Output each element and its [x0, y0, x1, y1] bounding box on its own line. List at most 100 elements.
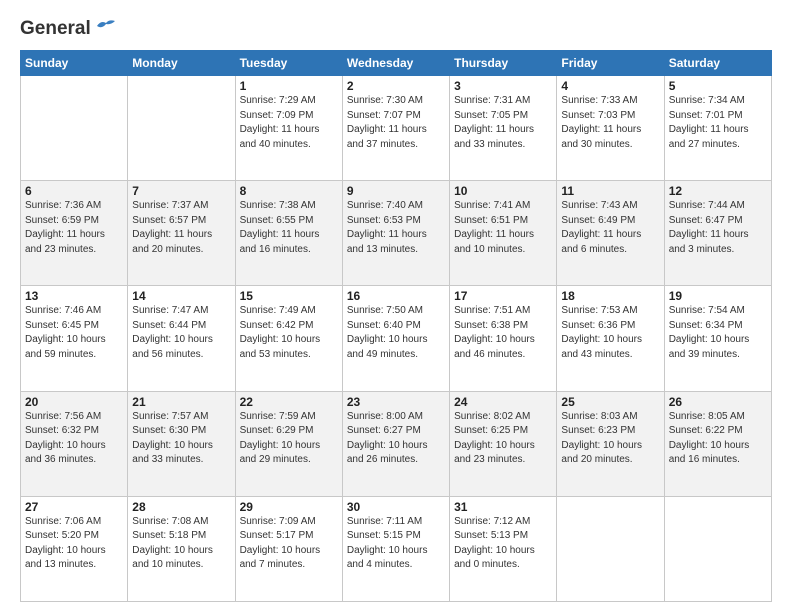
- calendar-cell: 3Sunrise: 7:31 AM Sunset: 7:05 PM Daylig…: [450, 76, 557, 181]
- weekday-header-saturday: Saturday: [664, 51, 771, 76]
- week-row-4: 20Sunrise: 7:56 AM Sunset: 6:32 PM Dayli…: [21, 391, 772, 496]
- week-row-3: 13Sunrise: 7:46 AM Sunset: 6:45 PM Dayli…: [21, 286, 772, 391]
- calendar-cell: 9Sunrise: 7:40 AM Sunset: 6:53 PM Daylig…: [342, 181, 449, 286]
- day-detail: Sunrise: 7:11 AM Sunset: 5:15 PM Dayligh…: [347, 515, 445, 573]
- day-number: 14: [132, 289, 230, 303]
- calendar-cell: 7Sunrise: 7:37 AM Sunset: 6:57 PM Daylig…: [128, 181, 235, 286]
- calendar-table: SundayMondayTuesdayWednesdayThursdayFrid…: [20, 50, 772, 602]
- day-number: 3: [454, 79, 552, 93]
- calendar-cell: [21, 76, 128, 181]
- weekday-header-monday: Monday: [128, 51, 235, 76]
- day-number: 24: [454, 395, 552, 409]
- day-number: 28: [132, 500, 230, 514]
- day-number: 11: [561, 184, 659, 198]
- day-number: 29: [240, 500, 338, 514]
- day-detail: Sunrise: 8:05 AM Sunset: 6:22 PM Dayligh…: [669, 410, 767, 468]
- day-detail: Sunrise: 8:03 AM Sunset: 6:23 PM Dayligh…: [561, 410, 659, 468]
- calendar-cell: 11Sunrise: 7:43 AM Sunset: 6:49 PM Dayli…: [557, 181, 664, 286]
- day-detail: Sunrise: 7:51 AM Sunset: 6:38 PM Dayligh…: [454, 304, 552, 362]
- day-detail: Sunrise: 8:00 AM Sunset: 6:27 PM Dayligh…: [347, 410, 445, 468]
- calendar-cell: 5Sunrise: 7:34 AM Sunset: 7:01 PM Daylig…: [664, 76, 771, 181]
- day-detail: Sunrise: 7:43 AM Sunset: 6:49 PM Dayligh…: [561, 199, 659, 257]
- day-detail: Sunrise: 7:38 AM Sunset: 6:55 PM Dayligh…: [240, 199, 338, 257]
- calendar-cell: 25Sunrise: 8:03 AM Sunset: 6:23 PM Dayli…: [557, 391, 664, 496]
- calendar-cell: 10Sunrise: 7:41 AM Sunset: 6:51 PM Dayli…: [450, 181, 557, 286]
- day-detail: Sunrise: 7:08 AM Sunset: 5:18 PM Dayligh…: [132, 515, 230, 573]
- day-detail: Sunrise: 7:40 AM Sunset: 6:53 PM Dayligh…: [347, 199, 445, 257]
- day-detail: Sunrise: 7:29 AM Sunset: 7:09 PM Dayligh…: [240, 94, 338, 152]
- day-number: 9: [347, 184, 445, 198]
- weekday-header-friday: Friday: [557, 51, 664, 76]
- calendar-cell: 2Sunrise: 7:30 AM Sunset: 7:07 PM Daylig…: [342, 76, 449, 181]
- day-number: 23: [347, 395, 445, 409]
- day-detail: Sunrise: 7:46 AM Sunset: 6:45 PM Dayligh…: [25, 304, 123, 362]
- calendar-cell: 14Sunrise: 7:47 AM Sunset: 6:44 PM Dayli…: [128, 286, 235, 391]
- weekday-header-thursday: Thursday: [450, 51, 557, 76]
- calendar-cell: 4Sunrise: 7:33 AM Sunset: 7:03 PM Daylig…: [557, 76, 664, 181]
- day-detail: Sunrise: 7:36 AM Sunset: 6:59 PM Dayligh…: [25, 199, 123, 257]
- day-number: 21: [132, 395, 230, 409]
- calendar-cell: 24Sunrise: 8:02 AM Sunset: 6:25 PM Dayli…: [450, 391, 557, 496]
- calendar-cell: 21Sunrise: 7:57 AM Sunset: 6:30 PM Dayli…: [128, 391, 235, 496]
- calendar-cell: 12Sunrise: 7:44 AM Sunset: 6:47 PM Dayli…: [664, 181, 771, 286]
- day-number: 22: [240, 395, 338, 409]
- day-detail: Sunrise: 8:02 AM Sunset: 6:25 PM Dayligh…: [454, 410, 552, 468]
- day-detail: Sunrise: 7:31 AM Sunset: 7:05 PM Dayligh…: [454, 94, 552, 152]
- calendar-cell: 23Sunrise: 8:00 AM Sunset: 6:27 PM Dayli…: [342, 391, 449, 496]
- calendar-cell: 16Sunrise: 7:50 AM Sunset: 6:40 PM Dayli…: [342, 286, 449, 391]
- day-number: 10: [454, 184, 552, 198]
- day-detail: Sunrise: 7:12 AM Sunset: 5:13 PM Dayligh…: [454, 515, 552, 573]
- day-detail: Sunrise: 7:57 AM Sunset: 6:30 PM Dayligh…: [132, 410, 230, 468]
- day-number: 25: [561, 395, 659, 409]
- day-detail: Sunrise: 7:56 AM Sunset: 6:32 PM Dayligh…: [25, 410, 123, 468]
- header: General: [20, 18, 772, 40]
- calendar-cell: [557, 496, 664, 601]
- day-detail: Sunrise: 7:37 AM Sunset: 6:57 PM Dayligh…: [132, 199, 230, 257]
- day-number: 12: [669, 184, 767, 198]
- day-detail: Sunrise: 7:33 AM Sunset: 7:03 PM Dayligh…: [561, 94, 659, 152]
- calendar-cell: 13Sunrise: 7:46 AM Sunset: 6:45 PM Dayli…: [21, 286, 128, 391]
- calendar-cell: 30Sunrise: 7:11 AM Sunset: 5:15 PM Dayli…: [342, 496, 449, 601]
- calendar-cell: 19Sunrise: 7:54 AM Sunset: 6:34 PM Dayli…: [664, 286, 771, 391]
- calendar-cell: 28Sunrise: 7:08 AM Sunset: 5:18 PM Dayli…: [128, 496, 235, 601]
- day-detail: Sunrise: 7:53 AM Sunset: 6:36 PM Dayligh…: [561, 304, 659, 362]
- day-number: 17: [454, 289, 552, 303]
- calendar-cell: 26Sunrise: 8:05 AM Sunset: 6:22 PM Dayli…: [664, 391, 771, 496]
- day-detail: Sunrise: 7:41 AM Sunset: 6:51 PM Dayligh…: [454, 199, 552, 257]
- week-row-1: 1Sunrise: 7:29 AM Sunset: 7:09 PM Daylig…: [21, 76, 772, 181]
- calendar-cell: 18Sunrise: 7:53 AM Sunset: 6:36 PM Dayli…: [557, 286, 664, 391]
- calendar-cell: 27Sunrise: 7:06 AM Sunset: 5:20 PM Dayli…: [21, 496, 128, 601]
- day-detail: Sunrise: 7:09 AM Sunset: 5:17 PM Dayligh…: [240, 515, 338, 573]
- day-number: 16: [347, 289, 445, 303]
- day-detail: Sunrise: 7:30 AM Sunset: 7:07 PM Dayligh…: [347, 94, 445, 152]
- logo-general-text: General: [20, 18, 91, 40]
- calendar-cell: 31Sunrise: 7:12 AM Sunset: 5:13 PM Dayli…: [450, 496, 557, 601]
- weekday-header-sunday: Sunday: [21, 51, 128, 76]
- day-number: 1: [240, 79, 338, 93]
- calendar-cell: 6Sunrise: 7:36 AM Sunset: 6:59 PM Daylig…: [21, 181, 128, 286]
- day-detail: Sunrise: 7:06 AM Sunset: 5:20 PM Dayligh…: [25, 515, 123, 573]
- calendar-cell: 22Sunrise: 7:59 AM Sunset: 6:29 PM Dayli…: [235, 391, 342, 496]
- calendar-cell: 15Sunrise: 7:49 AM Sunset: 6:42 PM Dayli…: [235, 286, 342, 391]
- day-number: 8: [240, 184, 338, 198]
- day-detail: Sunrise: 7:54 AM Sunset: 6:34 PM Dayligh…: [669, 304, 767, 362]
- day-number: 15: [240, 289, 338, 303]
- day-number: 26: [669, 395, 767, 409]
- logo: General: [20, 18, 117, 40]
- calendar-cell: 17Sunrise: 7:51 AM Sunset: 6:38 PM Dayli…: [450, 286, 557, 391]
- week-row-2: 6Sunrise: 7:36 AM Sunset: 6:59 PM Daylig…: [21, 181, 772, 286]
- calendar-cell: 8Sunrise: 7:38 AM Sunset: 6:55 PM Daylig…: [235, 181, 342, 286]
- day-detail: Sunrise: 7:47 AM Sunset: 6:44 PM Dayligh…: [132, 304, 230, 362]
- day-number: 6: [25, 184, 123, 198]
- day-number: 18: [561, 289, 659, 303]
- day-number: 5: [669, 79, 767, 93]
- logo-bird-icon: [95, 18, 117, 39]
- calendar-cell: 29Sunrise: 7:09 AM Sunset: 5:17 PM Dayli…: [235, 496, 342, 601]
- day-number: 7: [132, 184, 230, 198]
- weekday-header-row: SundayMondayTuesdayWednesdayThursdayFrid…: [21, 51, 772, 76]
- day-detail: Sunrise: 7:50 AM Sunset: 6:40 PM Dayligh…: [347, 304, 445, 362]
- day-detail: Sunrise: 7:59 AM Sunset: 6:29 PM Dayligh…: [240, 410, 338, 468]
- day-number: 20: [25, 395, 123, 409]
- day-number: 30: [347, 500, 445, 514]
- day-number: 27: [25, 500, 123, 514]
